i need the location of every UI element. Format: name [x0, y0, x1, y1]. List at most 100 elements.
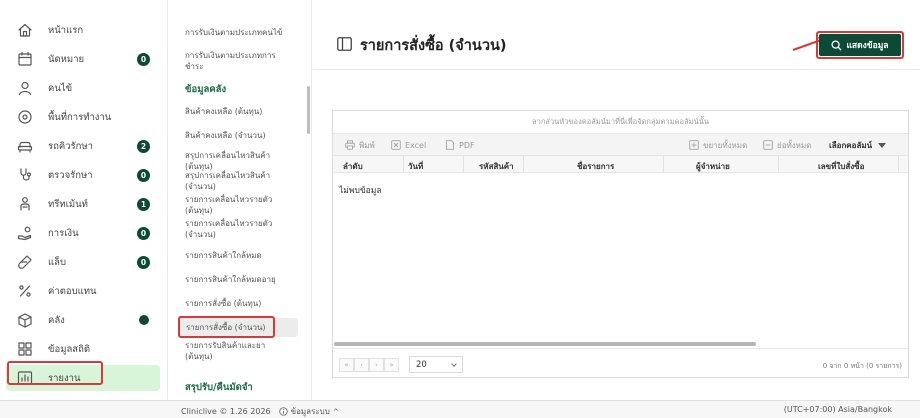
pager-button[interactable]: ‹ — [354, 358, 369, 372]
sidebar-item[interactable]: หน้าแรก — [6, 17, 160, 43]
bar-chart-icon — [16, 369, 34, 387]
sidebar-item[interactable]: แล็บ 0 — [6, 249, 160, 275]
count-badge: 0 — [137, 226, 150, 240]
column-header[interactable]: เลขที่ใบสั่งซื้อ — [818, 160, 864, 173]
sidebar-item[interactable]: การเงิน 0 — [6, 220, 160, 246]
grid-toolbar: พิมพ์ Excel PDF ขยายทั้งหมด ย่อทั้งหมด เ… — [333, 133, 908, 155]
submenu-item[interactable]: รายการเคลื่อนไหวรายตัว (ต้นทุน) — [177, 194, 299, 216]
home-icon — [16, 21, 34, 39]
sidebar-item-label: หน้าแรก — [48, 24, 84, 36]
column-divider[interactable] — [523, 156, 524, 173]
submenu-item[interactable]: การรับเงินตามประเภทการชำระ — [177, 50, 299, 72]
sidebar-item[interactable]: ตรวจรักษา 0 — [6, 162, 160, 188]
submenu-item[interactable]: สินค้าคงเหลือ (ต้นทุน) — [177, 106, 299, 117]
timezone-text: (UTC+07:00) Asia/Bangkok — [783, 405, 892, 414]
submenu-item[interactable]: รายการสั่งซื้อ (ต้นทุน) — [177, 298, 299, 309]
status-dot — [139, 315, 149, 325]
sidebar-item[interactable]: คนไข้ — [6, 75, 160, 101]
sidebar-item-label: พื้นที่การทำงาน — [48, 111, 112, 123]
count-badge: 1 — [137, 197, 150, 211]
plus-square-icon — [689, 140, 699, 150]
person-treatment-icon — [16, 195, 34, 213]
submenu-section-heading: สรุปรับ/คืนมัดจำ — [185, 382, 253, 393]
choose-columns-dropdown[interactable]: เลือกคอลัมน์ — [829, 138, 887, 152]
group-by-panel[interactable]: ลากส่วนหัวของคอลัมน์มาที่นี่เพื่อจัดกลุ่… — [333, 111, 908, 133]
sidebar: หน้าแรกนัดหมาย 0 คนไข้พื้นที่การทำงานรถคิว… — [0, 0, 168, 400]
pager-button[interactable]: » — [384, 358, 399, 372]
chevron-down-icon — [451, 361, 457, 367]
percent-icon — [16, 282, 34, 300]
excel-button[interactable]: Excel — [391, 138, 426, 152]
column-header[interactable]: ผู้จำหน่าย — [696, 160, 730, 173]
sidebar-item-label: แล็บ — [48, 256, 66, 268]
count-badge: 0 — [137, 168, 150, 182]
sidebar-item[interactable]: นัดหมาย 0 — [6, 46, 160, 72]
chevron-up-icon[interactable]: ^ — [333, 408, 339, 416]
show-data-label: แสดงข้อมูล — [846, 41, 889, 51]
user-icon — [16, 79, 34, 97]
test-tube-icon — [16, 253, 34, 271]
minus-square-icon — [763, 140, 773, 150]
system-info-link[interactable]: ข้อมูลระบบ — [291, 405, 330, 418]
hand-coin-icon — [16, 224, 34, 242]
column-divider[interactable] — [778, 156, 779, 173]
submenu-item[interactable]: สินค้าคงเหลือ (จำนวน) — [177, 130, 299, 141]
column-divider[interactable] — [463, 156, 464, 173]
sidebar-item[interactable]: ข้อมูลสถิติ — [6, 336, 160, 362]
pager: «‹ ›» 20 0 จาก 0 หน้า (0 รายการ) — [333, 348, 908, 378]
submenu-item[interactable]: รายการสั่งซื้อ (จำนวน) — [178, 318, 298, 337]
submenu-item[interactable]: รายการเคลื่อนไหวรายตัว (จำนวน) — [177, 218, 299, 240]
search-icon — [831, 39, 843, 51]
column-header[interactable]: ลำดับ — [343, 160, 363, 173]
sidebar-panel-icon[interactable] — [337, 37, 352, 51]
collapse-all-button[interactable]: ย่อทั้งหมด — [763, 138, 811, 152]
sidebar-item-label: คลัง — [48, 314, 65, 326]
submenu-scrollbar[interactable] — [307, 86, 310, 134]
column-header[interactable]: รหัสสินค้า — [479, 160, 514, 173]
column-header[interactable]: ชื่อรายการ — [577, 160, 614, 173]
submenu-item[interactable]: สรุปการเคลื่อนไหวสินค้า (ต้นทุน) — [177, 150, 299, 172]
sidebar-item[interactable]: รายงาน — [6, 365, 160, 391]
page-title: รายการสั่งซื้อ (จำนวน) — [360, 38, 507, 54]
submenu-item[interactable]: รายการรับสินค้าและยา (ต้นทุน) — [177, 340, 299, 362]
submenu-section-heading: ข้อมูลคลัง — [185, 84, 227, 95]
column-divider[interactable] — [403, 156, 404, 173]
sidebar-item[interactable]: พื้นที่การทำงาน — [6, 104, 160, 130]
calendar-icon — [16, 50, 34, 68]
sidebar-item-label: ค่าตอบแทน — [48, 285, 97, 297]
column-header-row: ลำดับ วันที่ รหัสสินค้า ชื่อรายการ ผู้จำหน่า… — [333, 155, 908, 173]
count-badge: 0 — [137, 52, 150, 66]
column-divider[interactable] — [663, 156, 664, 173]
sidebar-item-label: การเงิน — [48, 227, 79, 239]
sidebar-item[interactable]: ทรีทเม้นท์ 1 — [6, 191, 160, 217]
expand-all-button[interactable]: ขยายทั้งหมด — [689, 138, 747, 152]
column-header[interactable]: วันที่ — [408, 160, 423, 173]
pdf-icon — [446, 140, 454, 150]
count-badge: 0 — [137, 255, 150, 269]
horizontal-scroll-thumb[interactable] — [334, 342, 756, 346]
submenu-item[interactable]: รายการสินค้าใกล้หมดอายุ — [177, 274, 299, 285]
sidebar-item-label: ทรีทเม้นท์ — [48, 198, 88, 210]
sidebar-item[interactable]: คลัง — [6, 307, 160, 333]
sidebar-item[interactable]: ค่าตอบแทน — [6, 278, 160, 304]
report-grid: ลากส่วนหัวของคอลัมน์มาที่นี่เพื่อจัดกลุ่… — [332, 110, 909, 378]
print-button[interactable]: พิมพ์ — [345, 138, 375, 152]
pager-button[interactable]: « — [339, 358, 354, 372]
submenu-item[interactable]: สรุปการเคลื่อนไหวสินค้า (จำนวน) — [177, 170, 299, 192]
main-panel: รายการสั่งซื้อ (จำนวน) แสดงข้อมูล ลากส่ว… — [313, 0, 920, 400]
page-size-select[interactable]: 20 — [409, 356, 463, 373]
sidebar-item[interactable]: รถคิวรักษา 2 — [6, 133, 160, 159]
horizontal-scrollbar[interactable] — [333, 341, 908, 347]
caret-down-icon — [878, 142, 887, 148]
sofa-icon — [16, 137, 34, 155]
pdf-button[interactable]: PDF — [445, 138, 475, 152]
show-data-button[interactable]: แสดงข้อมูล — [819, 34, 901, 56]
submenu-item[interactable]: รายการสินค้าใกล้หมด — [177, 250, 299, 261]
submenu-item[interactable]: การรับเงินตามประเภทคนไข้ — [177, 27, 299, 38]
sidebar-item-label: นัดหมาย — [48, 53, 85, 65]
sidebar-item-label: ข้อมูลสถิติ — [48, 343, 91, 355]
column-divider[interactable] — [898, 156, 899, 173]
pager-button[interactable]: › — [369, 358, 384, 372]
count-badge: 2 — [137, 139, 150, 153]
box-icon — [16, 311, 34, 329]
